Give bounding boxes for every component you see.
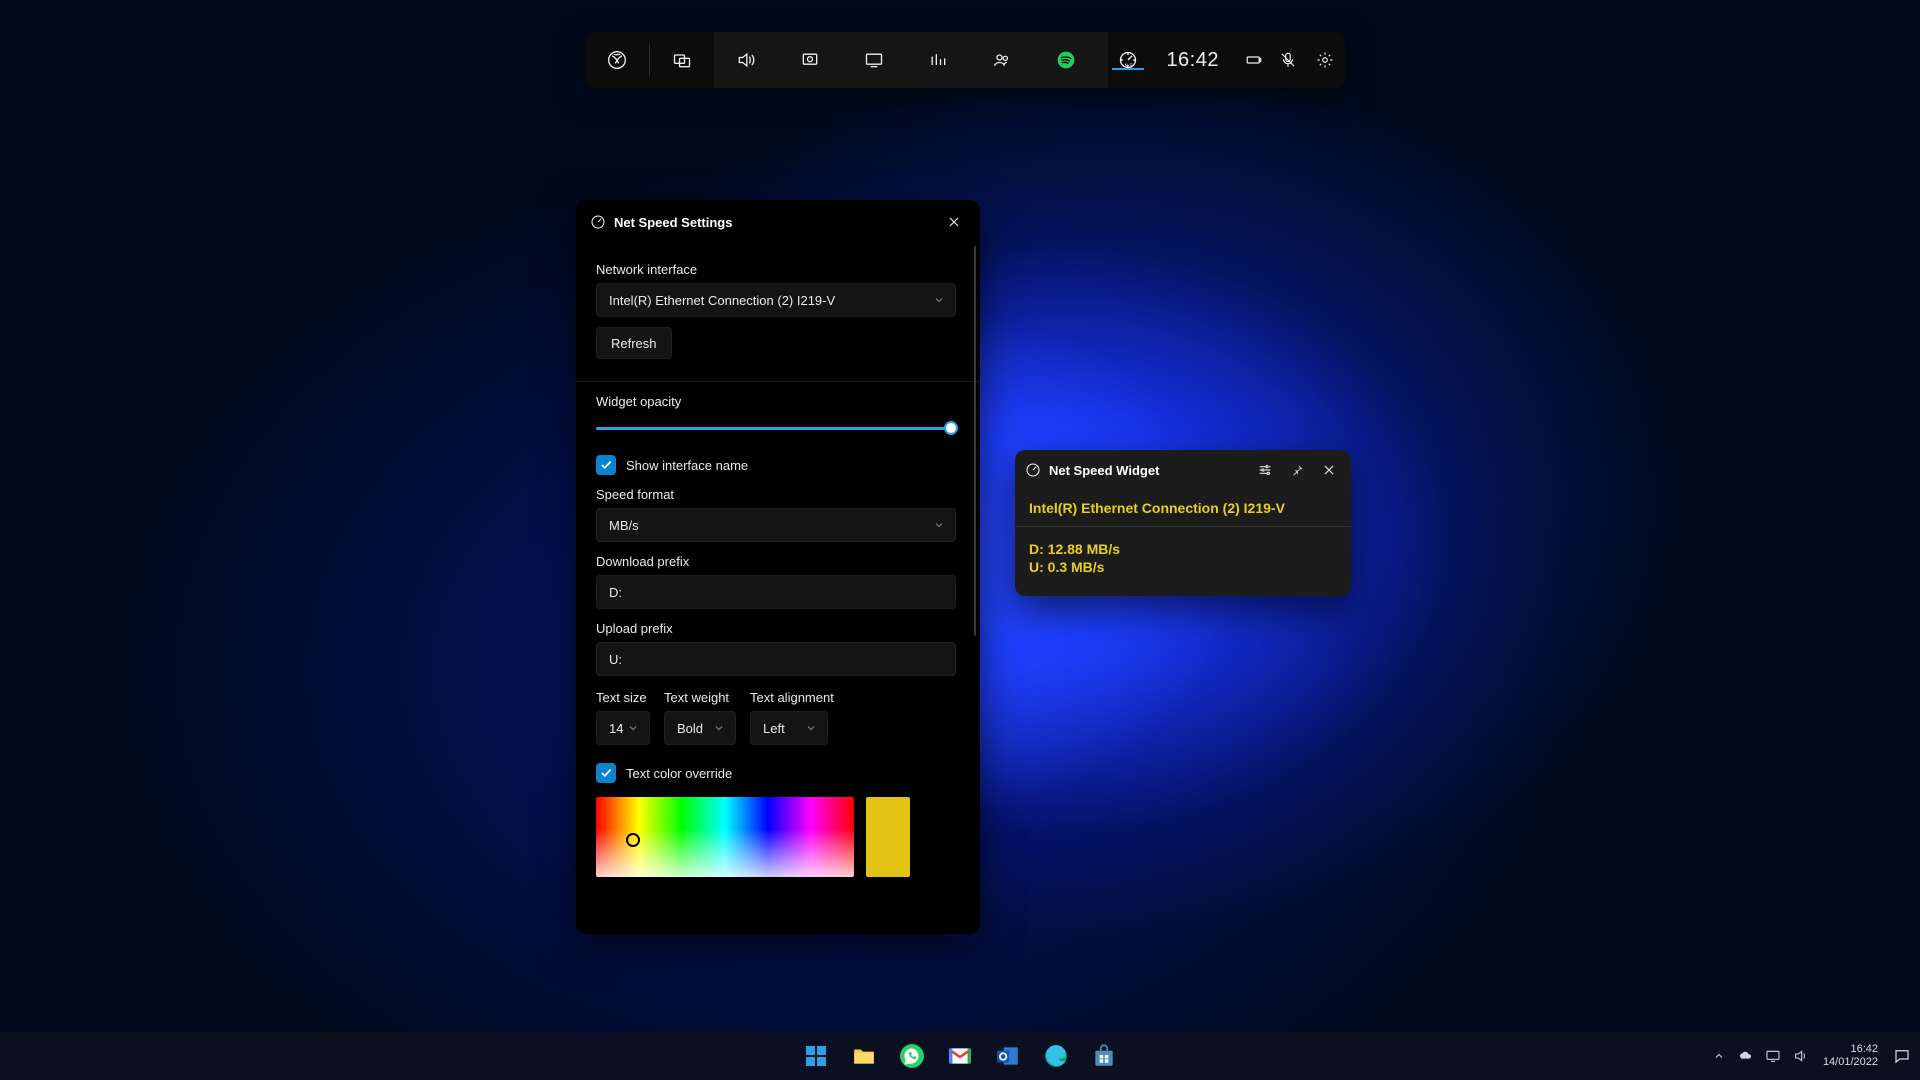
taskbar: 16:42 14/01/2022 — [0, 1032, 1920, 1080]
download-prefix-input[interactable]: D: — [596, 575, 956, 609]
chevron-down-icon — [713, 722, 725, 734]
text-weight-select[interactable]: Bold — [664, 711, 736, 745]
color-picker[interactable] — [596, 797, 854, 877]
download-prefix-value: D: — [609, 585, 622, 600]
net-speed-logo-icon — [590, 214, 606, 230]
widget-opacity-slider[interactable] — [596, 419, 956, 437]
widget-opacity-label: Widget opacity — [596, 394, 960, 409]
text-color-override-label: Text color override — [626, 766, 732, 781]
gmail-icon[interactable] — [940, 1036, 980, 1076]
tray-time: 16:42 — [1823, 1043, 1878, 1056]
tray-clock[interactable]: 16:42 14/01/2022 — [1823, 1043, 1878, 1068]
speed-format-label: Speed format — [596, 487, 960, 502]
text-color-override-checkbox[interactable] — [596, 763, 616, 783]
color-picker-handle[interactable] — [626, 833, 640, 847]
widget-upload-speed: U: 0.3 MB/s — [1015, 559, 1351, 585]
text-weight-label: Text weight — [664, 690, 736, 705]
section-divider — [576, 381, 980, 382]
battery-icon[interactable] — [1237, 32, 1271, 88]
system-tray: 16:42 14/01/2022 — [1713, 1032, 1912, 1080]
text-alignment-select[interactable]: Left — [750, 711, 828, 745]
speed-format-select[interactable]: MB/s — [596, 508, 956, 542]
tray-date: 14/01/2022 — [1823, 1056, 1878, 1069]
network-interface-value: Intel(R) Ethernet Connection (2) I219-V — [609, 293, 835, 308]
text-weight-value: Bold — [677, 721, 703, 736]
microsoft-store-icon[interactable] — [1084, 1036, 1124, 1076]
text-alignment-value: Left — [763, 721, 785, 736]
net-speed-widget: Net Speed Widget Intel(R) Ethernet Conne… — [1015, 450, 1351, 596]
performance-icon[interactable] — [906, 32, 970, 88]
xbox-icon[interactable] — [585, 32, 649, 88]
svg-text:N: N — [1125, 64, 1129, 70]
upload-prefix-input[interactable]: U: — [596, 642, 956, 676]
tray-notification-icon[interactable] — [1892, 1046, 1912, 1066]
volume-icon[interactable] — [714, 32, 778, 88]
show-interface-name-checkbox[interactable] — [596, 455, 616, 475]
settings-panel-title: Net Speed Settings — [614, 215, 732, 230]
chevron-down-icon — [933, 519, 945, 531]
mic-off-icon[interactable] — [1271, 32, 1305, 88]
widget-title: Net Speed Widget — [1049, 463, 1159, 478]
gear-icon[interactable] — [1305, 32, 1345, 88]
display-icon[interactable] — [842, 32, 906, 88]
text-size-value: 14 — [609, 721, 623, 736]
capture-icon[interactable] — [778, 32, 842, 88]
refresh-button[interactable]: Refresh — [596, 327, 672, 359]
chevron-down-icon — [627, 722, 639, 734]
selected-color-swatch — [866, 797, 910, 877]
net-speed-settings-panel: Net Speed Settings Network interface Int… — [576, 200, 980, 934]
spotify-icon[interactable] — [1034, 32, 1098, 88]
group-icon[interactable] — [970, 32, 1034, 88]
pin-widgets-icon[interactable] — [650, 32, 714, 88]
net-speed-tab-icon[interactable]: NS — [1108, 50, 1148, 70]
whatsapp-icon[interactable] — [892, 1036, 932, 1076]
gamebar-clock: 16:42 — [1148, 49, 1237, 72]
widget-download-speed: D: 12.88 MB/s — [1015, 527, 1351, 559]
tray-onedrive-icon[interactable] — [1737, 1048, 1753, 1064]
upload-prefix-value: U: — [609, 652, 622, 667]
download-prefix-label: Download prefix — [596, 554, 960, 569]
start-button[interactable] — [796, 1036, 836, 1076]
speed-format-value: MB/s — [609, 518, 639, 533]
widget-interface-name: Intel(R) Ethernet Connection (2) I219-V — [1015, 490, 1351, 526]
edge-icon[interactable] — [1036, 1036, 1076, 1076]
show-interface-name-label: Show interface name — [626, 458, 748, 473]
tray-network-icon[interactable] — [1765, 1048, 1781, 1064]
network-interface-select[interactable]: Intel(R) Ethernet Connection (2) I219-V — [596, 283, 956, 317]
text-alignment-label: Text alignment — [750, 690, 834, 705]
outlook-icon[interactable] — [988, 1036, 1028, 1076]
text-size-select[interactable]: 14 — [596, 711, 650, 745]
pin-icon[interactable] — [1285, 458, 1309, 482]
settings-sliders-icon[interactable] — [1253, 458, 1277, 482]
chevron-down-icon — [933, 294, 945, 306]
text-size-label: Text size — [596, 690, 650, 705]
settings-panel-header: Net Speed Settings — [576, 200, 980, 244]
network-interface-label: Network interface — [596, 262, 960, 277]
tray-volume-icon[interactable] — [1793, 1048, 1809, 1064]
chevron-down-icon — [805, 722, 817, 734]
close-icon[interactable] — [1317, 458, 1341, 482]
upload-prefix-label: Upload prefix — [596, 621, 960, 636]
close-icon[interactable] — [942, 210, 966, 234]
file-explorer-icon[interactable] — [844, 1036, 884, 1076]
widget-header: Net Speed Widget — [1015, 450, 1351, 490]
net-speed-logo-icon — [1025, 462, 1041, 478]
tray-chevron-up-icon[interactable] — [1713, 1050, 1725, 1062]
game-bar: NS 16:42 — [585, 32, 1345, 88]
